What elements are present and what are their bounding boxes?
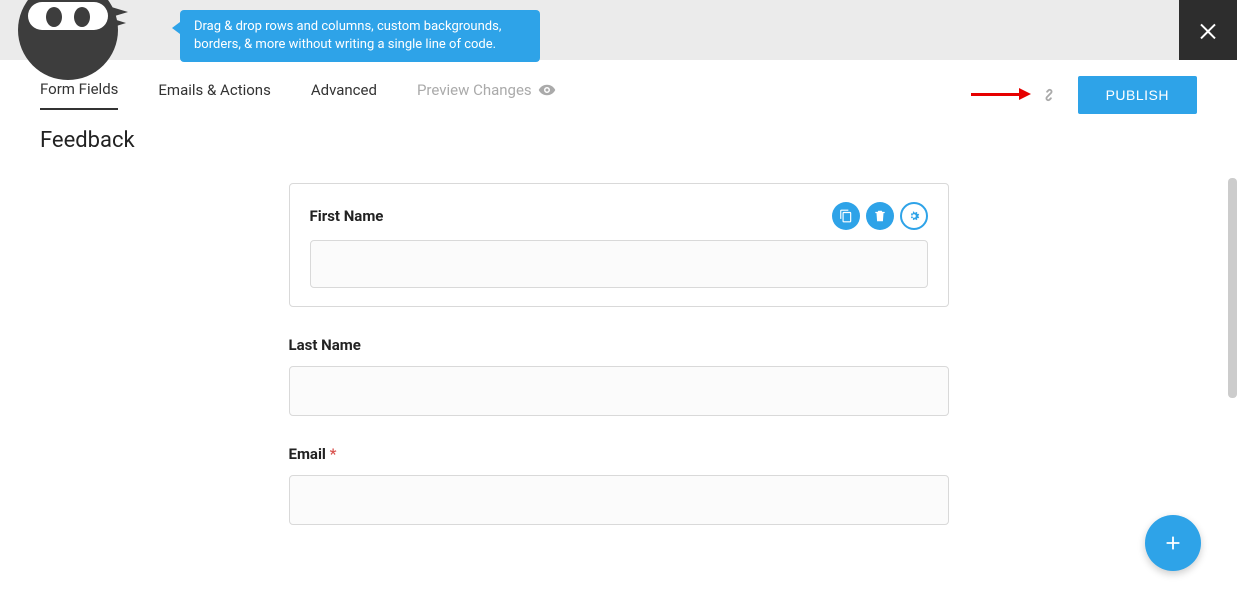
field-settings-button[interactable]	[900, 202, 928, 230]
tab-form-fields[interactable]: Form Fields	[40, 80, 118, 110]
field-first-name[interactable]: First Name	[289, 183, 949, 307]
field-last-name[interactable]: Last Name	[289, 335, 949, 416]
intro-tooltip: Drag & drop rows and columns, custom bac…	[180, 10, 540, 62]
plus-icon	[1162, 532, 1184, 554]
first-name-input[interactable]	[310, 240, 928, 288]
form-title: Feedback	[0, 110, 1237, 153]
tab-label: Preview Changes	[417, 81, 532, 99]
last-name-input[interactable]	[289, 366, 949, 416]
tab-emails-actions[interactable]: Emails & Actions	[158, 81, 270, 109]
scrollbar-thumb[interactable]	[1228, 178, 1237, 398]
top-bar: Drag & drop rows and columns, custom bac…	[0, 0, 1237, 60]
form-canvas: First Name Last Name Email *	[0, 153, 1237, 553]
ninja-logo	[18, 0, 138, 60]
tab-label: Form Fields	[40, 80, 118, 98]
nav-tabs-row: Form Fields Emails & Actions Advanced Pr…	[0, 60, 1237, 110]
publish-button[interactable]: PUBLISH	[1078, 76, 1197, 114]
tab-advanced[interactable]: Advanced	[311, 81, 377, 109]
field-email[interactable]: Email *	[289, 444, 949, 525]
close-button[interactable]	[1179, 0, 1237, 60]
close-icon	[1196, 18, 1220, 42]
arrow-annotation	[971, 88, 1031, 100]
duplicate-icon	[839, 209, 853, 223]
tab-label: Advanced	[311, 81, 377, 99]
add-field-fab[interactable]	[1145, 515, 1201, 571]
right-actions: PUBLISH	[1038, 76, 1197, 114]
tab-preview-changes[interactable]: Preview Changes	[417, 81, 556, 109]
field-toolbar	[832, 202, 928, 230]
delete-field-button[interactable]	[866, 202, 894, 230]
field-label: First Name	[310, 207, 384, 225]
field-label: Email *	[289, 445, 337, 463]
publish-label: PUBLISH	[1106, 87, 1169, 103]
public-link-button[interactable]	[1038, 84, 1060, 106]
eye-icon	[538, 81, 556, 99]
gear-icon	[907, 209, 921, 223]
tooltip-text: Drag & drop rows and columns, custom bac…	[194, 19, 501, 52]
email-input[interactable]	[289, 475, 949, 525]
trash-icon	[873, 209, 887, 223]
field-label: Last Name	[289, 336, 361, 354]
tab-label: Emails & Actions	[158, 81, 270, 99]
duplicate-field-button[interactable]	[832, 202, 860, 230]
required-marker: *	[330, 445, 337, 463]
link-icon	[1038, 84, 1060, 106]
